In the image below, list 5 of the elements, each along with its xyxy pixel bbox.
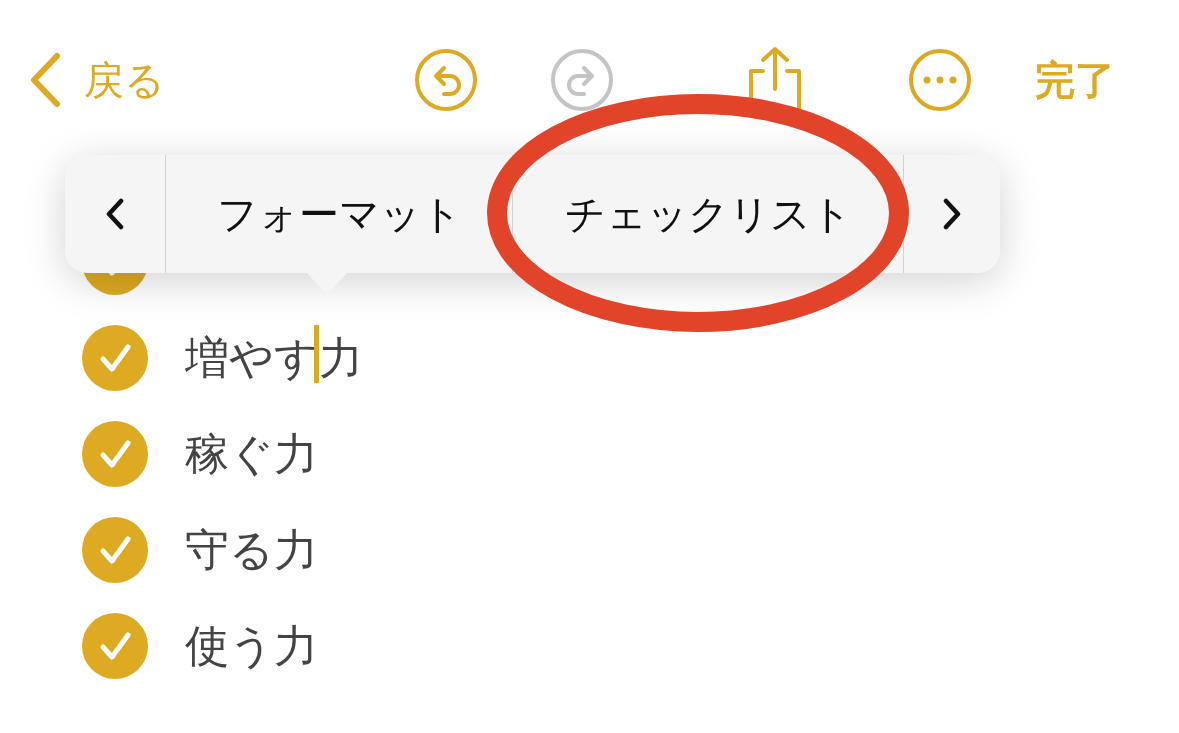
checklist-item-text[interactable]: 守る力 xyxy=(185,520,318,580)
checklist-item-text[interactable]: 増やす力 xyxy=(185,328,363,388)
checklist-item-text[interactable]: 稼ぐ力 xyxy=(185,424,318,484)
checklist-item-text[interactable]: 使う力 xyxy=(185,616,318,676)
menu-item[interactable]: フォーマット xyxy=(165,155,512,273)
